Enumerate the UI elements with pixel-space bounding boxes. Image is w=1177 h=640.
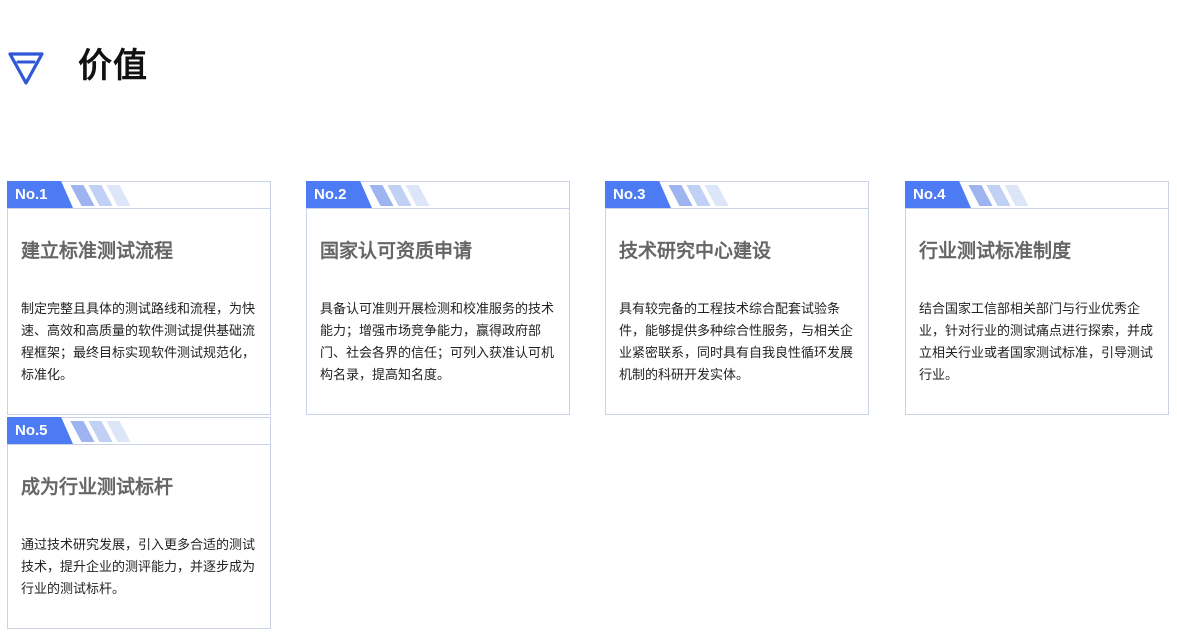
card-tag-row: No.3 xyxy=(605,181,868,209)
card-title: 成为行业测试标杆 xyxy=(21,476,174,498)
card-number-badge: No.1 xyxy=(7,181,73,208)
card-description: 制定完整且具体的测试路线和流程，为快速、高效和高质量的软件测试提供基础流程框架；… xyxy=(21,302,256,383)
card-number-badge: No.2 xyxy=(306,181,372,208)
stripe-decoration xyxy=(664,182,754,207)
card-description: 具备认可准则开展检测和校准服务的技术能力；增强市场竞争能力，赢得政府部门、社会各… xyxy=(320,302,555,383)
value-card-1: No.1 建立标准测试流程 制定完整且具体的测试路线和流程，为快速、高效和高质量… xyxy=(7,181,271,415)
diamond-icon xyxy=(8,52,44,85)
card-number-badge: No.3 xyxy=(605,181,671,208)
card-description: 结合国家工信部相关部门与行业优秀企业，针对行业的测试痛点进行探索，并成立相关行业… xyxy=(919,302,1154,383)
card-tag-row: No.4 xyxy=(905,181,1168,209)
card-description: 具有较完备的工程技术综合配套试验条件，能够提供多种综合性服务，与相关企业紧密联系… xyxy=(619,302,854,383)
card-title: 建立标准测试流程 xyxy=(21,240,174,262)
value-card-3: No.3 技术研究中心建设 具有较完备的工程技术综合配套试验条件，能够提供多种综… xyxy=(605,181,869,415)
card-title: 行业测试标准制度 xyxy=(919,240,1072,262)
stripe-decoration xyxy=(964,182,1054,207)
section-title: 价值 xyxy=(78,46,148,86)
value-card-5: No.5 成为行业测试标杆 通过技术研究发展，引入更多合适的测试技术，提升企业的… xyxy=(7,417,271,629)
card-number-badge: No.4 xyxy=(905,181,971,208)
card-tag-row: No.2 xyxy=(306,181,569,209)
card-tag-row: No.5 xyxy=(7,417,270,445)
card-tag-row: No.1 xyxy=(7,181,270,209)
stripe-decoration xyxy=(365,182,455,207)
card-description: 通过技术研究发展，引入更多合适的测试技术，提升企业的测评能力，并逐步成为行业的测… xyxy=(21,538,256,597)
value-card-4: No.4 行业测试标准制度 结合国家工信部相关部门与行业优秀企业，针对行业的测试… xyxy=(905,181,1169,415)
card-number-badge: No.5 xyxy=(7,417,73,444)
stripe-decoration xyxy=(66,182,156,207)
stripe-decoration xyxy=(66,418,156,443)
card-title: 国家认可资质申请 xyxy=(320,240,473,262)
value-card-2: No.2 国家认可资质申请 具备认可准则开展检测和校准服务的技术能力；增强市场竞… xyxy=(306,181,570,415)
card-title: 技术研究中心建设 xyxy=(619,240,772,262)
section-header: 价值 xyxy=(6,44,148,88)
